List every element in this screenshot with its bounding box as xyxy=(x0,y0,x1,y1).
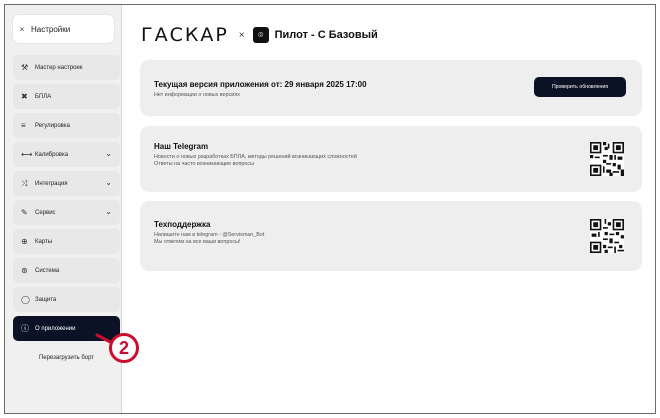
sidebar-item-label: Регулировка xyxy=(35,122,70,129)
sidebar-item-label: Система xyxy=(35,267,60,274)
support-title: Техподдержка xyxy=(154,220,211,229)
support-description-line1: Напишите нам в telegram - @Servisman_Bot xyxy=(154,232,265,238)
integration-icon: ⤨ xyxy=(21,178,28,188)
telegram-qr-code-icon[interactable] xyxy=(590,142,624,176)
close-icon[interactable]: × xyxy=(13,25,31,34)
globe-icon: ⊕ xyxy=(21,237,28,246)
chevron-down-icon[interactable]: ⌄ xyxy=(105,207,112,216)
support-qr-code-icon[interactable] xyxy=(590,219,624,253)
sidebar-item-integration[interactable]: ⤨ Интеграция ⌄ xyxy=(13,171,120,196)
telegram-title: Наш Telegram xyxy=(154,142,209,151)
sidebar-item-label: Интеграция xyxy=(35,180,68,187)
settings-sidebar: × Настройки ⚒ Мастер настроек ✖ БПЛА ≡ Р… xyxy=(5,5,122,413)
reboot-board-button[interactable]: Перезагрузить борт xyxy=(13,345,120,370)
calibration-icon: ⟷ xyxy=(21,150,33,159)
sidebar-item-label: БПЛА xyxy=(35,93,52,100)
app-header: ГАСКАР × ⌾ Пилот - С Базовый xyxy=(141,21,378,49)
separator: × xyxy=(238,29,245,41)
wrench-icon: ✎ xyxy=(21,208,28,217)
version-status: Нет информации о новых версиях xyxy=(154,92,240,98)
drone-icon: ⌾ xyxy=(252,27,269,43)
sidebar-item-adjustment[interactable]: ≡ Регулировка xyxy=(13,113,120,138)
about-panel: ГАСКАР × ⌾ Пилот - С Базовый Текущая вер… xyxy=(123,5,655,413)
app-window: × Настройки ⚒ Мастер настроек ✖ БПЛА ≡ Р… xyxy=(4,4,656,414)
drone-icon: ✖ xyxy=(21,92,28,101)
sidebar-item-maps[interactable]: ⊕ Карты xyxy=(13,229,120,254)
sidebar-item-label: Сервис xyxy=(35,209,56,216)
wizard-icon: ⚒ xyxy=(21,63,29,72)
sidebar-item-label: О приложении xyxy=(35,325,76,332)
shield-icon: ◯ xyxy=(21,295,30,304)
sidebar-item-label: Калибровка xyxy=(35,151,69,158)
version-card: Текущая версия приложения от: 29 января … xyxy=(140,60,642,116)
check-updates-button[interactable]: Проверить обновления xyxy=(534,77,626,97)
sidebar-item-system[interactable]: ⊛ Система xyxy=(13,258,120,283)
annotation-marker: 2 xyxy=(109,333,139,363)
sliders-icon: ≡ xyxy=(21,121,26,130)
plan-title: Пилот - С Базовый xyxy=(274,29,378,41)
info-icon: ⓘ xyxy=(21,324,29,333)
telegram-card[interactable]: Наш Telegram Новости о новых разработках… xyxy=(140,126,642,192)
support-description-line2: Мы ответим на все ваши вопросы! xyxy=(154,239,241,245)
sidebar-item-uav[interactable]: ✖ БПЛА xyxy=(13,84,120,109)
chevron-down-icon[interactable]: ⌄ xyxy=(105,178,112,187)
sidebar-item-label: Карты xyxy=(35,238,53,245)
settings-title: Настройки xyxy=(31,24,71,34)
sidebar-item-label: Защита xyxy=(35,296,57,303)
brand-logo: ГАСКАР xyxy=(141,24,229,46)
telegram-description-line2: Ответы на часто возникающие вопросы xyxy=(154,161,254,167)
sidebar-item-label: Мастер настроек xyxy=(35,64,83,71)
support-card[interactable]: Техподдержка Напишите нам в telegram - @… xyxy=(140,201,642,271)
system-icon: ⊛ xyxy=(21,266,28,275)
settings-header: × Настройки xyxy=(13,15,114,43)
sidebar-item-protection[interactable]: ◯ Защита xyxy=(13,287,120,312)
sidebar-item-calibration[interactable]: ⟷ Калибровка ⌄ xyxy=(13,142,120,167)
version-title: Текущая версия приложения от: 29 января … xyxy=(154,80,367,89)
telegram-description-line1: Новости о новых разработках БПЛА, методы… xyxy=(154,154,357,160)
reboot-board-label: Перезагрузить борт xyxy=(38,354,95,361)
chevron-down-icon[interactable]: ⌄ xyxy=(105,149,112,158)
sidebar-item-setup-wizard[interactable]: ⚒ Мастер настроек xyxy=(13,55,120,80)
sidebar-item-service[interactable]: ✎ Сервис ⌄ xyxy=(13,200,120,225)
